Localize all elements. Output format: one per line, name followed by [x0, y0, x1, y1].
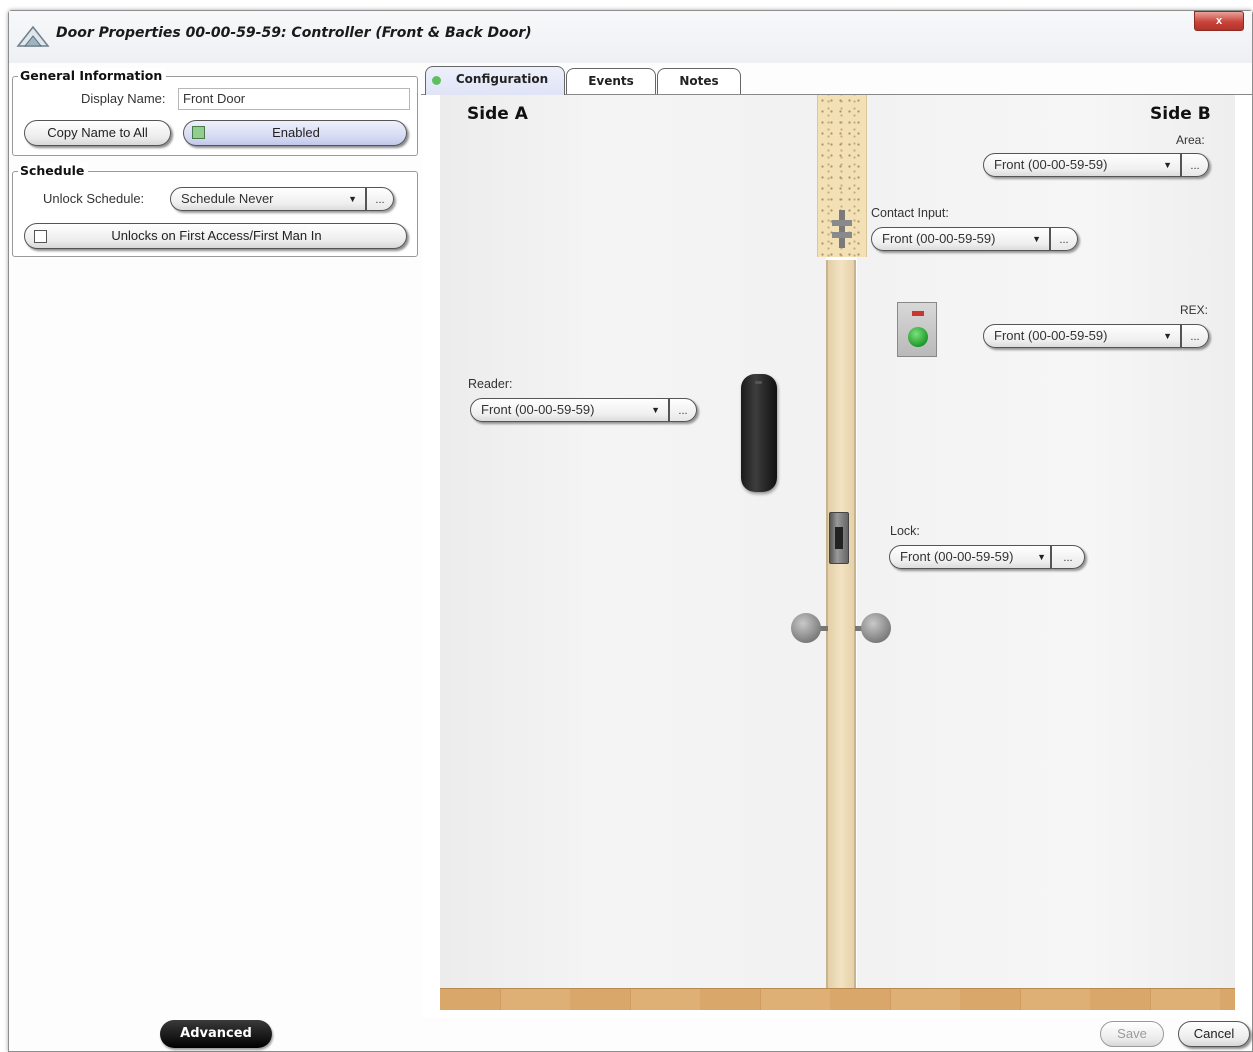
close-button[interactable]: x — [1194, 11, 1244, 31]
display-name-input[interactable]: Front Door — [178, 88, 410, 110]
chevron-down-icon: ▼ — [1163, 331, 1172, 341]
window-title: Door Properties 00-00-59-59: Controller … — [56, 25, 532, 41]
lock-label: Lock: — [890, 524, 920, 538]
door-app-icon — [16, 24, 50, 48]
copy-name-to-all-button[interactable]: Copy Name to All — [24, 120, 171, 146]
rex-select[interactable]: Front (00-00-59-59) ▼ — [983, 324, 1181, 348]
rex-value: Front (00-00-59-59) — [994, 328, 1108, 343]
area-value: Front (00-00-59-59) — [994, 157, 1108, 172]
lock-value: Front (00-00-59-59) — [900, 549, 1014, 564]
reader-value: Front (00-00-59-59) — [481, 402, 595, 417]
side-a-title: Side A — [467, 104, 528, 124]
lock-browse-button[interactable]: ... — [1051, 545, 1085, 569]
chevron-down-icon: ▼ — [1032, 234, 1041, 244]
enabled-label: Enabled — [272, 125, 320, 140]
unlock-schedule-select[interactable]: Schedule Never ▼ — [170, 187, 366, 211]
side-b-title: Side B — [1150, 104, 1211, 124]
chevron-down-icon: ▼ — [348, 194, 357, 204]
rex-browse-button[interactable]: ... — [1181, 324, 1209, 348]
close-icon[interactable]: x — [1216, 15, 1222, 27]
area-label: Area: — [1176, 133, 1205, 147]
chevron-down-icon: ▼ — [651, 405, 660, 415]
green-button — [908, 327, 928, 347]
floor — [440, 988, 1235, 1010]
door-contact-icon — [832, 210, 852, 248]
door-knob-side-a-icon — [791, 613, 821, 643]
area-browse-button[interactable]: ... — [1181, 153, 1209, 177]
unlock-schedule-value: Schedule Never — [181, 191, 274, 206]
tab-configuration[interactable]: Configuration — [425, 66, 565, 96]
tab-notes-label: Notes — [679, 74, 719, 88]
save-button[interactable]: Save — [1100, 1021, 1164, 1047]
tab-events[interactable]: Events — [566, 68, 656, 94]
side-a-wall — [440, 95, 826, 990]
cancel-button[interactable]: Cancel — [1178, 1021, 1250, 1047]
contact-input-select[interactable]: Front (00-00-59-59) ▼ — [871, 227, 1050, 251]
contact-input-label: Contact Input: — [871, 206, 949, 220]
tab-events-label: Events — [588, 74, 634, 88]
door-lock-strike-icon — [829, 512, 849, 564]
door-knob-side-b-icon — [861, 613, 891, 643]
status-dot-icon — [432, 76, 441, 85]
first-access-label: Unlocks on First Access/First Man In — [111, 228, 322, 243]
rex-button-icon — [897, 302, 937, 357]
tab-configuration-label: Configuration — [455, 72, 549, 86]
area-select[interactable]: Front (00-00-59-59) ▼ — [983, 153, 1181, 177]
general-information-label: General Information — [18, 68, 167, 83]
card-reader-icon — [741, 374, 777, 492]
contact-input-value: Front (00-00-59-59) — [882, 231, 996, 246]
reader-browse-button[interactable]: ... — [669, 398, 697, 422]
reader-label: Reader: — [468, 377, 513, 391]
exit-sign — [912, 311, 924, 316]
rex-label: REX: — [1180, 303, 1209, 317]
display-name-label: Display Name: — [81, 91, 166, 106]
reader-select[interactable]: Front (00-00-59-59) ▼ — [470, 398, 669, 422]
chevron-down-icon: ▼ — [1163, 160, 1172, 170]
door-edge — [826, 260, 856, 988]
schedule-label: Schedule — [18, 163, 89, 178]
unlock-schedule-label: Unlock Schedule: — [43, 191, 145, 206]
chevron-down-icon: ▼ — [1037, 552, 1046, 562]
enabled-toggle[interactable]: Enabled — [183, 120, 407, 146]
unlock-schedule-browse-button[interactable]: ... — [366, 187, 394, 211]
first-access-toggle[interactable]: Unlocks on First Access/First Man In — [24, 223, 407, 249]
tab-notes[interactable]: Notes — [657, 68, 741, 94]
contact-input-browse-button[interactable]: ... — [1050, 227, 1078, 251]
lock-select[interactable]: Front (00-00-59-59) ▼ — [889, 545, 1051, 569]
advanced-button[interactable]: Advanced — [160, 1020, 272, 1048]
